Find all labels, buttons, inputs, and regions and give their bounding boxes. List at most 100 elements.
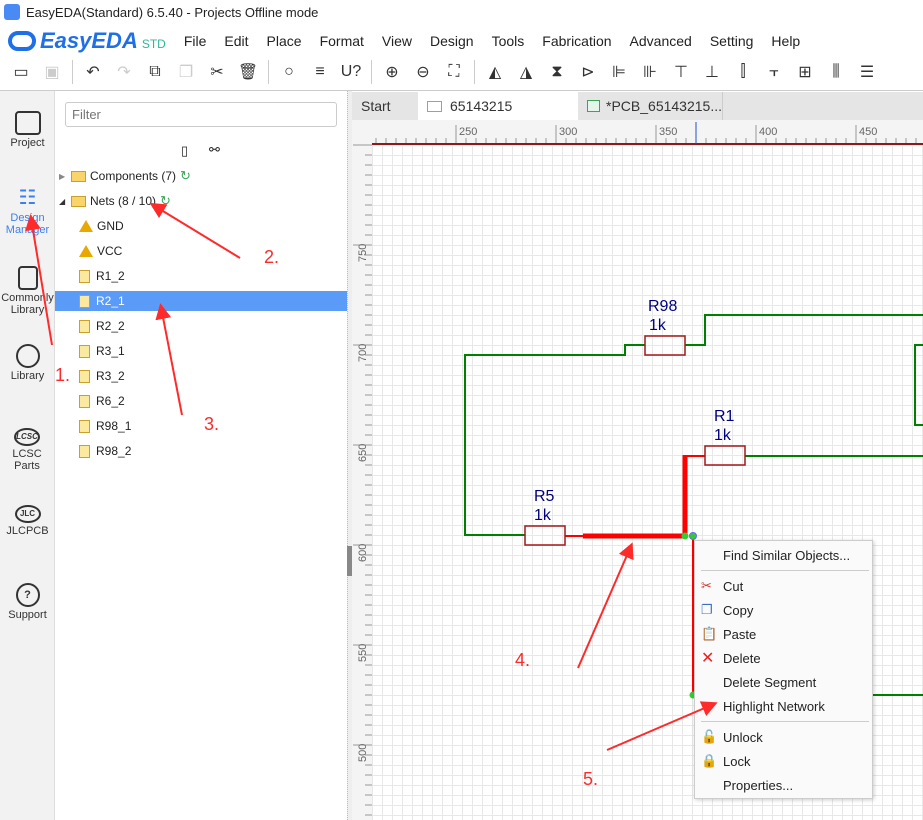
sidebar-item-label: Design Manager (5, 212, 50, 236)
save-icon[interactable]: ▣ (41, 61, 63, 83)
net-item[interactable]: R98_1 (55, 416, 347, 436)
sidebar-item-commonly-library[interactable]: Commonly Library (0, 266, 55, 316)
logo: EasyEDA STD (8, 28, 166, 54)
tab-start[interactable]: Start (352, 92, 418, 120)
net-item[interactable]: R2_2 (55, 316, 347, 336)
menu-item-properties[interactable]: Properties... (695, 774, 872, 796)
align-top-icon[interactable]: ⊤ (670, 61, 692, 83)
rotate-right-icon[interactable]: ◮ (515, 61, 537, 83)
tree-nets[interactable]: ◢ Nets (8 / 10) ↻ (55, 191, 347, 211)
copy-icon[interactable]: ❐ (175, 61, 197, 83)
tree-components[interactable]: ▶ Components (7) ↻ (55, 166, 347, 186)
find-list-icon[interactable]: ≡ (309, 61, 331, 83)
sidebar-item-jlcpcb[interactable]: JLC JLCPCB (0, 505, 55, 537)
align-right-icon[interactable]: ⊪ (639, 61, 661, 83)
warning-icon (79, 220, 93, 232)
net-item[interactable]: VCC (55, 241, 347, 261)
align-center-h-icon[interactable]: ⫿ (732, 61, 754, 83)
menu-item-delete-segment[interactable]: Delete Segment (695, 671, 872, 693)
align-left-icon[interactable]: ⊫ (608, 61, 630, 83)
rotate-icon[interactable]: ◭ (484, 61, 506, 83)
filter-input[interactable] (65, 102, 337, 127)
brand-edition: STD (141, 37, 166, 51)
net-icon (79, 269, 90, 283)
menu-place[interactable]: Place (267, 33, 302, 49)
menu-view[interactable]: View (382, 33, 412, 49)
net-view-icon[interactable]: ⚯ (209, 142, 220, 158)
tree-label: Nets (8 / 10) (90, 194, 157, 208)
menu-advanced[interactable]: Advanced (630, 33, 692, 49)
annotate-icon[interactable]: U? (340, 61, 362, 83)
sidebar-item-label: Commonly Library (1, 292, 54, 316)
net-icon (79, 369, 90, 383)
menu-item-cut[interactable]: ✂ Cut (695, 575, 872, 597)
refresh-icon[interactable]: ↻ (180, 168, 191, 184)
folder-icon (71, 195, 86, 207)
delete-icon[interactable]: 🗑 (237, 61, 259, 83)
lcsc-icon: LCSC (14, 428, 40, 446)
menu-fabrication[interactable]: Fabrication (542, 33, 611, 49)
window-title: EasyEDA(Standard) 6.5.40 - Projects Offl… (26, 4, 319, 20)
net-icon (79, 419, 90, 433)
tab-schematic[interactable]: 65143215 (418, 92, 578, 120)
distribute-v-icon[interactable]: ☰ (856, 61, 878, 83)
align-bottom-icon[interactable]: ⊥ (701, 61, 723, 83)
collapse-icon[interactable]: ◢ (59, 197, 71, 206)
lock-icon: 🔒 (701, 753, 718, 768)
net-icon (79, 294, 90, 308)
menu-item-delete[interactable]: ✕ Delete (695, 647, 872, 669)
tab-bar: Start 65143215 *PCB_65143215... (352, 92, 923, 120)
menu-item-copy[interactable]: ❐ Copy (695, 599, 872, 621)
menu-setting[interactable]: Setting (710, 33, 754, 49)
warning-icon (79, 245, 93, 257)
net-item[interactable]: R6_2 (55, 391, 347, 411)
sidebar-item-design-manager[interactable]: ☷ Design Manager (0, 186, 55, 236)
net-label: R2_1 (96, 294, 125, 308)
component-view-icon[interactable]: ▯ (181, 143, 188, 159)
net-label: R98_1 (96, 419, 132, 433)
undo-icon[interactable]: ↶ (82, 61, 104, 83)
menu-item-paste[interactable]: 📋 Paste (695, 623, 872, 645)
redo-icon[interactable]: ↷ (113, 61, 135, 83)
net-icon (79, 319, 90, 333)
menu-item-label: Highlight Network (723, 698, 825, 714)
grid-align-icon[interactable]: ⊞ (794, 61, 816, 83)
align-center-v-icon[interactable]: ⫟ (763, 61, 785, 83)
menu-item-highlight-network[interactable]: Highlight Network (695, 695, 872, 717)
net-item[interactable]: R98_2 (55, 441, 347, 461)
net-item[interactable]: R1_2 (55, 266, 347, 286)
library-search-icon (15, 344, 40, 368)
menu-design[interactable]: Design (430, 33, 474, 49)
menu-item-find-similar[interactable]: Find Similar Objects... (695, 544, 872, 566)
net-item[interactable]: R3_2 (55, 366, 347, 386)
tab-pcb[interactable]: *PCB_65143215... (578, 92, 723, 120)
sidebar-item-support[interactable]: ? Support (0, 583, 55, 621)
distribute-h-icon[interactable]: ⫼ (825, 61, 847, 83)
menu-tools[interactable]: Tools (492, 33, 525, 49)
expand-icon[interactable]: ▶ (59, 172, 71, 181)
menu-item-lock[interactable]: 🔒 Lock (695, 750, 872, 772)
sidebar-item-project[interactable]: Project (0, 111, 55, 149)
menu-item-unlock[interactable]: 🔓 Unlock (695, 726, 872, 748)
duplicate-icon[interactable]: ⧉ (144, 61, 166, 83)
menu-help[interactable]: Help (771, 33, 800, 49)
fit-icon[interactable]: ⛶ (443, 61, 465, 83)
net-item[interactable]: R2_1 (55, 291, 347, 311)
refresh-icon[interactable]: ↻ (160, 193, 171, 209)
flip-vertical-icon[interactable]: ⊳ (577, 61, 599, 83)
net-label: R3_2 (96, 369, 125, 383)
menu-edit[interactable]: Edit (224, 33, 248, 49)
menu-format[interactable]: Format (320, 33, 364, 49)
menu-file[interactable]: File (184, 33, 207, 49)
search-icon[interactable]: ○ (278, 61, 300, 83)
zoom-out-icon[interactable]: ⊖ (412, 61, 434, 83)
zoom-in-icon[interactable]: ⊕ (381, 61, 403, 83)
net-item[interactable]: R3_1 (55, 341, 347, 361)
left-icon-bar: Project ☷ Design Manager Commonly Library… (0, 91, 55, 820)
sidebar-item-library[interactable]: Library (0, 344, 55, 382)
open-icon[interactable]: ▭ (10, 61, 32, 83)
net-item[interactable]: GND (55, 216, 347, 236)
flip-horizontal-icon[interactable]: ⧗ (546, 61, 568, 83)
cut-icon[interactable]: ✂ (206, 61, 228, 83)
sidebar-item-lcsc-parts[interactable]: LCSC LCSC Parts (7, 428, 47, 472)
